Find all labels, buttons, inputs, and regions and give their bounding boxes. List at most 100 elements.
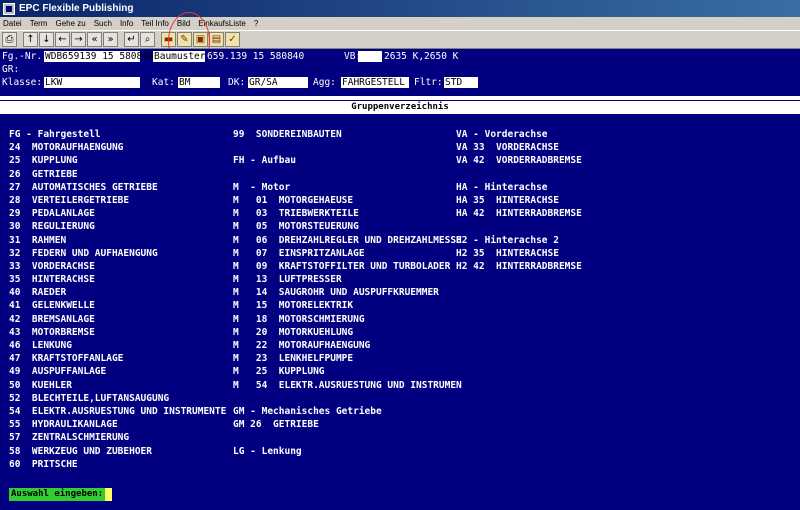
menu-term[interactable]: Term xyxy=(30,19,48,28)
group-item[interactable]: H2 - Hinterachse 2 xyxy=(456,234,582,247)
group-item[interactable]: GM - Mechanisches Getriebe xyxy=(233,405,462,418)
menu-teil-info[interactable]: Teil Info xyxy=(141,19,169,28)
menu-info[interactable]: Info xyxy=(120,19,133,28)
group-item[interactable]: 31 RAHMEN xyxy=(9,234,226,247)
fg-value: WDB659139 15 580840 xyxy=(44,51,154,62)
menu-such[interactable]: Such xyxy=(94,19,112,28)
window-title: EPC Flexible Publishing xyxy=(19,3,134,14)
group-item[interactable]: M 20 MOTORKUEHLUNG xyxy=(233,326,462,339)
arrow-down-icon[interactable]: ↓ xyxy=(39,32,54,47)
fltr-value: STD xyxy=(444,77,478,88)
menu-datei[interactable]: Datei xyxy=(3,19,22,28)
arrow-up-icon[interactable]: ↑ xyxy=(23,32,38,47)
group-item[interactable]: FG - Fahrgestell xyxy=(9,128,226,141)
group-item[interactable]: M 14 SAUGROHR UND AUSPUFFKRUEMMER xyxy=(233,286,462,299)
group-item[interactable]: M - Motor xyxy=(233,181,462,194)
group-item[interactable]: M 15 MOTORELEKTRIK xyxy=(233,299,462,312)
group-item[interactable]: 27 AUTOMATISCHES GETRIEBE xyxy=(9,181,226,194)
group-item[interactable]: 50 KUEHLER xyxy=(9,379,226,392)
vb-value: 2635 K,2650 K xyxy=(384,51,459,62)
group-item[interactable]: LG - Lenkung xyxy=(233,445,462,458)
group-item[interactable]: 25 KUPPLUNG xyxy=(9,154,226,167)
printer-icon[interactable]: ⎙ xyxy=(2,32,17,47)
vb-box xyxy=(358,51,382,62)
group-item[interactable]: GM 26 GETRIEBE xyxy=(233,418,462,431)
group-item[interactable]: HA 42 HINTERRADBREMSE xyxy=(456,207,582,220)
group-item[interactable]: M 13 LUFTPRESSER xyxy=(233,273,462,286)
group-item[interactable]: 43 MOTORBREMSE xyxy=(9,326,226,339)
menu-bild[interactable]: Bild xyxy=(177,19,190,28)
car-icon[interactable]: ▬ xyxy=(161,32,176,47)
group-item[interactable]: 32 FEDERN UND AUFHAENGUNG xyxy=(9,247,226,260)
group-item[interactable]: VA 42 VORDERRADBREMSE xyxy=(456,154,582,167)
app-icon xyxy=(3,2,15,15)
toolbar: ⎙ ↑ ↓ ← → « » ↵ ⌕ ▬ ✎ ▣ ▤ ✓ xyxy=(0,30,800,49)
menu-bar: Datei Term Gehe zu Such Info Teil Info B… xyxy=(0,17,800,30)
group-item[interactable]: M 22 MOTORAUFHAENGUNG xyxy=(233,339,462,352)
group-item[interactable]: H2 42 HINTERRADBREMSE xyxy=(456,260,582,273)
menu-gehe-zu[interactable]: Gehe zu xyxy=(55,19,85,28)
group-item[interactable]: M 06 DREHZAHLREGLER UND DREHZAHLMESSE xyxy=(233,234,462,247)
group-item[interactable]: 35 HINTERACHSE xyxy=(9,273,226,286)
search-icon[interactable]: ⌕ xyxy=(140,32,155,47)
group-item[interactable]: FH - Aufbau xyxy=(233,154,462,167)
double-right-icon[interactable]: » xyxy=(103,32,118,47)
input-cursor[interactable] xyxy=(105,488,112,501)
group-item xyxy=(233,392,462,405)
baumuster-value: 659.139 15 580840 xyxy=(207,51,305,62)
group-item[interactable]: 26 GETRIEBE xyxy=(9,168,226,181)
group-item[interactable]: 54 ELEKTR.AUSRUESTUNG UND INSTRUMENTE xyxy=(9,405,226,418)
group-item[interactable]: M 25 KUPPLUNG xyxy=(233,365,462,378)
group-item[interactable]: 47 KRAFTSTOFFANLAGE xyxy=(9,352,226,365)
truck-icon[interactable]: ▤ xyxy=(209,32,224,47)
group-item xyxy=(233,168,462,181)
group-item[interactable]: M 05 MOTORSTEUERUNG xyxy=(233,220,462,233)
group-item[interactable]: 46 LENKUNG xyxy=(9,339,226,352)
group-item[interactable]: M 23 LENKHELFPUMPE xyxy=(233,352,462,365)
group-item[interactable]: VA 33 VORDERACHSE xyxy=(456,141,582,154)
group-item[interactable]: 33 VORDERACHSE xyxy=(9,260,226,273)
arrow-left-icon[interactable]: ← xyxy=(55,32,70,47)
vehicle-icon[interactable]: ▣ xyxy=(193,32,208,47)
group-item[interactable]: M 09 KRAFTSTOFFILTER UND TURBOLADER xyxy=(233,260,462,273)
tool-icon[interactable]: ✎ xyxy=(177,32,192,47)
group-item[interactable]: 52 BLECHTEILE,LUFTANSAUGUNG xyxy=(9,392,226,405)
group-column-3: VA - Vorderachse VA 33 VORDERACHSE VA 42 V… xyxy=(456,128,582,273)
group-item[interactable]: M 18 MOTORSCHMIERUNG xyxy=(233,313,462,326)
group-item xyxy=(456,220,582,233)
group-item[interactable]: 49 AUSPUFFANLAGE xyxy=(9,365,226,378)
group-item[interactable]: 42 BREMSANLAGE xyxy=(9,313,226,326)
title-bar: EPC Flexible Publishing xyxy=(0,0,800,17)
menu-einkaufsliste[interactable]: EinkaufsListe xyxy=(198,19,246,28)
return-icon[interactable]: ↵ xyxy=(124,32,139,47)
group-item[interactable]: 40 RAEDER xyxy=(9,286,226,299)
agg-label: Agg: xyxy=(313,77,336,88)
group-item[interactable]: 57 ZENTRALSCHMIERUNG xyxy=(9,431,226,444)
double-left-icon[interactable]: « xyxy=(87,32,102,47)
group-item[interactable]: 41 GELENKWELLE xyxy=(9,299,226,312)
group-item[interactable]: HA 35 HINTERACHSE xyxy=(456,194,582,207)
group-item[interactable]: 99 SONDEREINBAUTEN xyxy=(233,128,462,141)
vehicle-info-header: Fg.-Nr.: WDB659139 15 580840 Baumuster: … xyxy=(0,49,800,94)
group-item[interactable]: H2 35 HINTERACHSE xyxy=(456,247,582,260)
group-item[interactable]: 30 REGULIERUNG xyxy=(9,220,226,233)
group-item xyxy=(456,168,582,181)
group-item[interactable]: 55 HYDRAULIKANLAGE xyxy=(9,418,226,431)
section-title: Gruppenverzeichnis xyxy=(0,101,800,114)
menu-help[interactable]: ? xyxy=(254,19,258,28)
group-item[interactable]: M 03 TRIEBWERKTEILE xyxy=(233,207,462,220)
group-item[interactable]: HA - Hinterachse xyxy=(456,181,582,194)
arrow-right-icon[interactable]: → xyxy=(71,32,86,47)
group-item[interactable]: M 01 MOTORGEHAEUSE xyxy=(233,194,462,207)
gear-icon[interactable]: ✓ xyxy=(225,32,240,47)
group-item[interactable]: M 54 ELEKTR.AUSRUESTUNG UND INSTRUMEN xyxy=(233,379,462,392)
group-item[interactable]: 24 MOTORAUFHAENGUNG xyxy=(9,141,226,154)
dk-label: DK: xyxy=(228,77,246,88)
group-item[interactable]: 60 PRITSCHE xyxy=(9,458,226,471)
group-item[interactable]: 29 PEDALANLAGE xyxy=(9,207,226,220)
group-item[interactable]: M 07 EINSPRITZANLAGE xyxy=(233,247,462,260)
klasse-value: LKW xyxy=(44,77,140,88)
group-item[interactable]: 28 VERTEILERGETRIEBE xyxy=(9,194,226,207)
group-item[interactable]: VA - Vorderachse xyxy=(456,128,582,141)
group-item[interactable]: 58 WERKZEUG UND ZUBEHOER xyxy=(9,445,226,458)
